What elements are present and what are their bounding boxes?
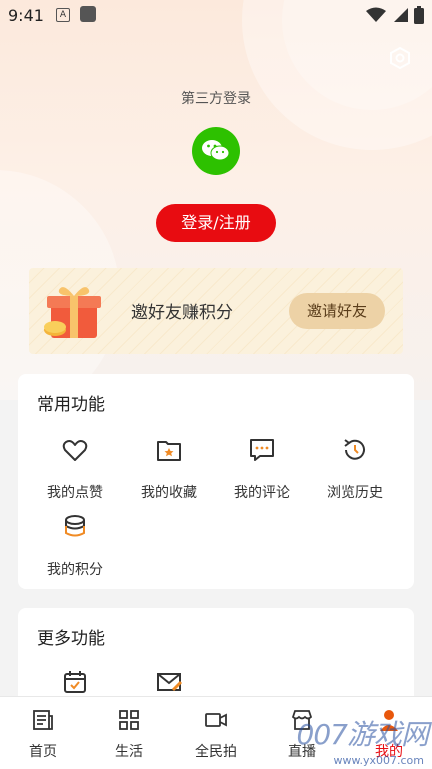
invite-friends-button[interactable]: 邀请好友: [289, 293, 385, 329]
news-icon: [33, 710, 53, 730]
tab-label: 生活: [115, 744, 143, 760]
common-functions-card: 常用功能 我的点赞 我的收藏 我的评论 浏览历史 我的积分: [18, 374, 414, 589]
my-points-item[interactable]: 我的积分: [30, 513, 120, 579]
battery-icon: [414, 6, 424, 24]
item-label: 我的点赞: [47, 485, 103, 501]
bottom-tab-bar: 首页 生活 全民拍 直播 我的 007游戏网 www.yx007.com: [0, 696, 432, 769]
signal-icon: [394, 8, 408, 22]
mail-edit-icon: [157, 673, 183, 692]
invite-text: 邀好友赚积分: [131, 303, 233, 323]
item-label: 我的积分: [47, 562, 103, 578]
wifi-icon: [366, 7, 386, 22]
item-label: 我的收藏: [141, 485, 197, 501]
wechat-icon: [202, 140, 230, 161]
item-label: 我的评论: [234, 485, 290, 501]
grid-icon: [119, 710, 139, 730]
tab-label: 全民拍: [195, 744, 237, 760]
tab-life[interactable]: 生活: [86, 709, 172, 761]
settings-icon[interactable]: [388, 46, 412, 70]
calendar-check-icon: [64, 671, 86, 693]
more-functions-card: 更多功能: [18, 608, 414, 708]
section-title: 更多功能: [37, 629, 105, 649]
section-title: 常用功能: [37, 395, 105, 415]
browse-history-item[interactable]: 浏览历史: [310, 436, 400, 502]
status-time: 9:41: [8, 6, 44, 25]
tab-citizen-shoot[interactable]: 全民拍: [173, 709, 259, 761]
comment-icon: [250, 439, 274, 461]
video-icon: [205, 713, 227, 727]
gift-box-icon: [44, 287, 101, 338]
tab-home[interactable]: 首页: [0, 709, 86, 761]
system-icons: [366, 6, 424, 24]
wechat-login-button[interactable]: [192, 127, 240, 175]
heart-icon: [62, 440, 88, 461]
coins-icon: [65, 515, 85, 537]
status-bar: 9:41 A: [0, 0, 432, 30]
tab-label: 首页: [29, 744, 57, 760]
watermark-url: www.yx007.com: [333, 754, 424, 767]
my-favorites-item[interactable]: 我的收藏: [124, 436, 214, 502]
notification-icon: A: [56, 8, 70, 22]
watermark-logo: 007游戏网: [296, 718, 429, 751]
app-notification-icon: [80, 6, 96, 22]
my-likes-item[interactable]: 我的点赞: [30, 436, 120, 502]
third-party-login-label: 第三方登录: [181, 91, 251, 107]
login-register-button[interactable]: 登录/注册: [156, 204, 276, 242]
my-comments-item[interactable]: 我的评论: [217, 436, 307, 502]
invite-banner[interactable]: 邀好友赚积分 邀请好友: [29, 268, 403, 354]
history-icon: [344, 439, 365, 460]
folder-star-icon: [157, 441, 181, 461]
item-label: 浏览历史: [327, 485, 383, 501]
